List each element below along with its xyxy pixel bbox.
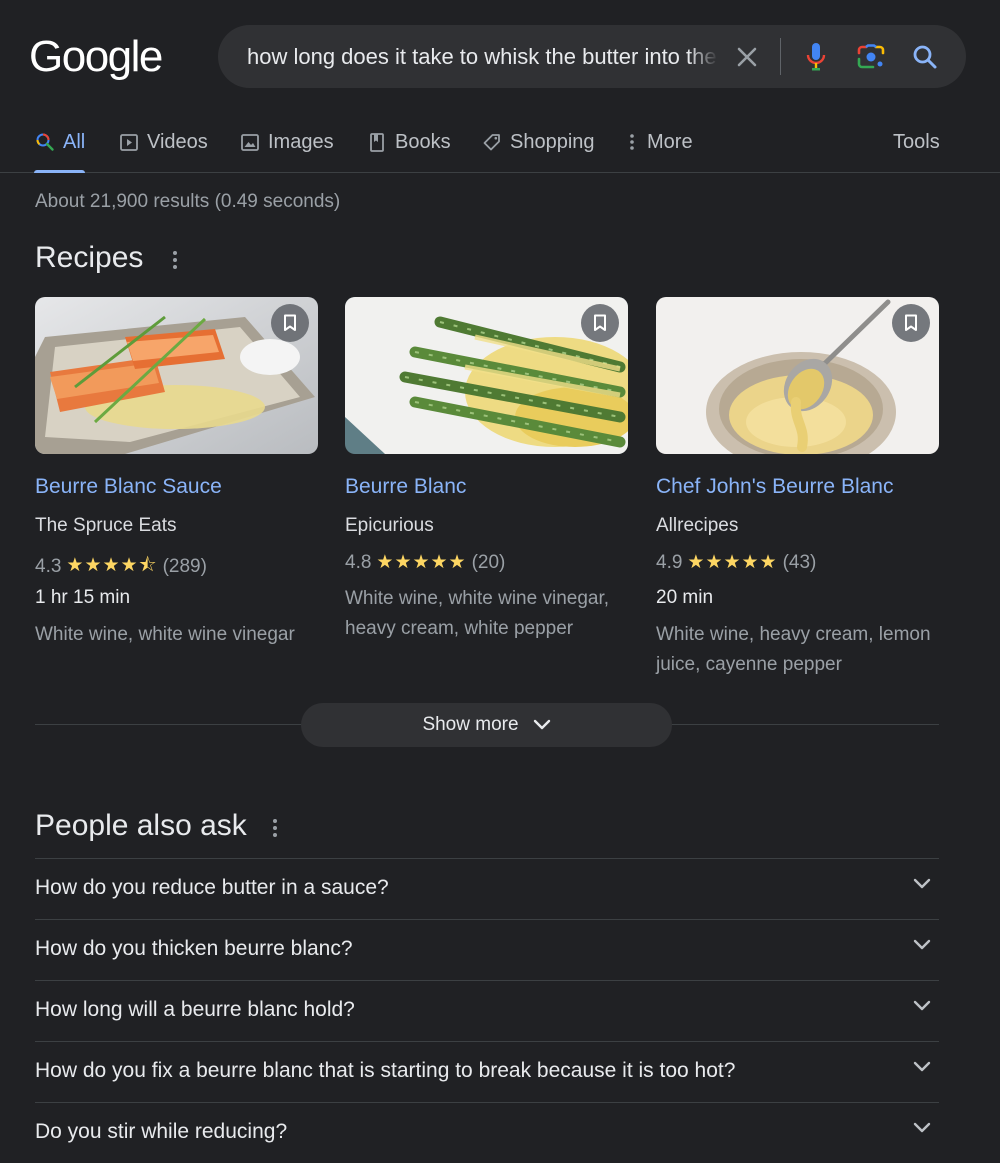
chevron-down-icon	[913, 939, 931, 950]
question-text: How do you reduce butter in a sauce?	[35, 876, 389, 899]
google-logo[interactable]: Google	[29, 30, 163, 84]
recipes-options-icon[interactable]	[165, 245, 185, 275]
camera-lens-icon[interactable]	[855, 41, 887, 73]
review-count: (20)	[471, 551, 506, 573]
people-also-ask-title: People also ask	[35, 809, 247, 842]
tab-shopping[interactable]: Shopping	[482, 112, 595, 172]
tab-more[interactable]: More	[625, 112, 693, 172]
question-text: How long will a beurre blanc hold?	[35, 998, 355, 1021]
recipe-ingredients: White wine, heavy cream, lemon juice, ca…	[656, 624, 931, 675]
tools-label: Tools	[893, 130, 940, 153]
microphone-icon[interactable]	[800, 41, 832, 73]
review-count: (289)	[162, 556, 207, 577]
rating-value: 4.8	[345, 551, 372, 573]
recipe-title[interactable]: Beurre Blanc Sauce	[35, 475, 222, 499]
paa-options-icon[interactable]	[265, 813, 285, 843]
chevron-down-icon	[533, 719, 550, 730]
recipe-source: The Spruce Eats	[35, 515, 177, 536]
question-text: How do you thicken beurre blanc?	[35, 937, 353, 960]
close-icon[interactable]	[731, 41, 763, 73]
bookmark-icon[interactable]	[271, 304, 309, 342]
recipe-source: Allrecipes	[656, 515, 739, 536]
star-rating-icon: ★★★★⯪	[66, 555, 158, 576]
question-text: Do you stir while reducing?	[35, 1120, 288, 1143]
tab-label: Shopping	[510, 130, 595, 153]
people-also-ask-list: How do you reduce butter in a sauce? How…	[35, 858, 939, 1163]
tab-all[interactable]: All	[35, 112, 85, 172]
review-count: (43)	[782, 551, 817, 573]
recipe-time: 1 hr 15 min	[35, 587, 131, 608]
recipe-rating: 4.3 ★★★★⯪ (289)	[35, 551, 207, 583]
tab-label: All	[63, 130, 86, 153]
tools-button[interactable]: Tools	[893, 112, 940, 172]
bookmark-icon[interactable]	[892, 304, 930, 342]
image-icon	[241, 134, 259, 151]
question-text: How do you fix a beurre blanc that is st…	[35, 1059, 736, 1082]
search-tabs: All Videos Images Books Shopping More To…	[0, 112, 1000, 173]
tab-label: Videos	[147, 130, 208, 153]
result-stats: About 21,900 results (0.49 seconds)	[35, 191, 341, 212]
star-rating-icon: ★★★★★	[687, 552, 778, 573]
question-item[interactable]: Do you stir while reducing?	[35, 1102, 939, 1163]
recipe-title[interactable]: Beurre Blanc	[345, 475, 466, 499]
search-input[interactable]: how long does it take to whisk the butte…	[247, 25, 717, 88]
recipes-title: Recipes	[35, 241, 144, 274]
rating-value: 4.9	[656, 551, 683, 573]
chevron-down-icon	[913, 1122, 931, 1133]
tag-icon	[483, 134, 500, 151]
tab-books[interactable]: Books	[367, 112, 451, 172]
recipe-ingredients: White wine, white wine vinegar	[35, 624, 295, 645]
tab-label: Books	[395, 130, 451, 153]
tab-label: Images	[268, 130, 334, 153]
header: Google how long does it take to whisk th…	[0, 0, 1000, 112]
recipe-rating: 4.8 ★★★★★ (20)	[345, 551, 505, 574]
tab-label: More	[647, 130, 693, 153]
show-more-label: Show more	[422, 714, 519, 735]
recipe-image[interactable]	[345, 297, 628, 454]
show-more-button[interactable]: Show more	[301, 703, 672, 747]
recipe-image[interactable]	[35, 297, 318, 454]
recipe-ingredients: White wine, white wine vinegar, heavy cr…	[345, 588, 610, 639]
recipe-source: Epicurious	[345, 515, 434, 536]
tab-images[interactable]: Images	[240, 112, 334, 172]
recipe-title[interactable]: Chef John's Beurre Blanc	[656, 475, 893, 499]
question-item[interactable]: How do you fix a beurre blanc that is st…	[35, 1041, 939, 1102]
play-icon	[120, 134, 138, 151]
tab-videos[interactable]: Videos	[119, 112, 208, 172]
chevron-down-icon	[913, 1061, 931, 1072]
query-fade	[688, 37, 718, 77]
active-tab-indicator	[34, 170, 85, 173]
star-rating-icon: ★★★★★	[376, 552, 467, 573]
chevron-down-icon	[913, 1000, 931, 1011]
chevron-down-icon	[913, 878, 931, 889]
search-icon[interactable]	[909, 41, 941, 73]
book-icon	[370, 133, 384, 152]
rating-value: 4.3	[35, 556, 62, 577]
bookmark-icon[interactable]	[581, 304, 619, 342]
question-item[interactable]: How do you thicken beurre blanc?	[35, 919, 939, 980]
search-divider	[780, 38, 781, 75]
recipe-rating: 4.9 ★★★★★ (43)	[656, 551, 816, 574]
recipe-time: 20 min	[656, 587, 714, 608]
more-vert-icon	[630, 134, 634, 150]
question-item[interactable]: How do you reduce butter in a sauce?	[35, 858, 939, 919]
question-item[interactable]: How long will a beurre blanc hold?	[35, 980, 939, 1041]
recipe-image[interactable]	[656, 297, 939, 454]
search-box[interactable]: how long does it take to whisk the butte…	[218, 25, 966, 88]
search-icon	[36, 133, 54, 151]
